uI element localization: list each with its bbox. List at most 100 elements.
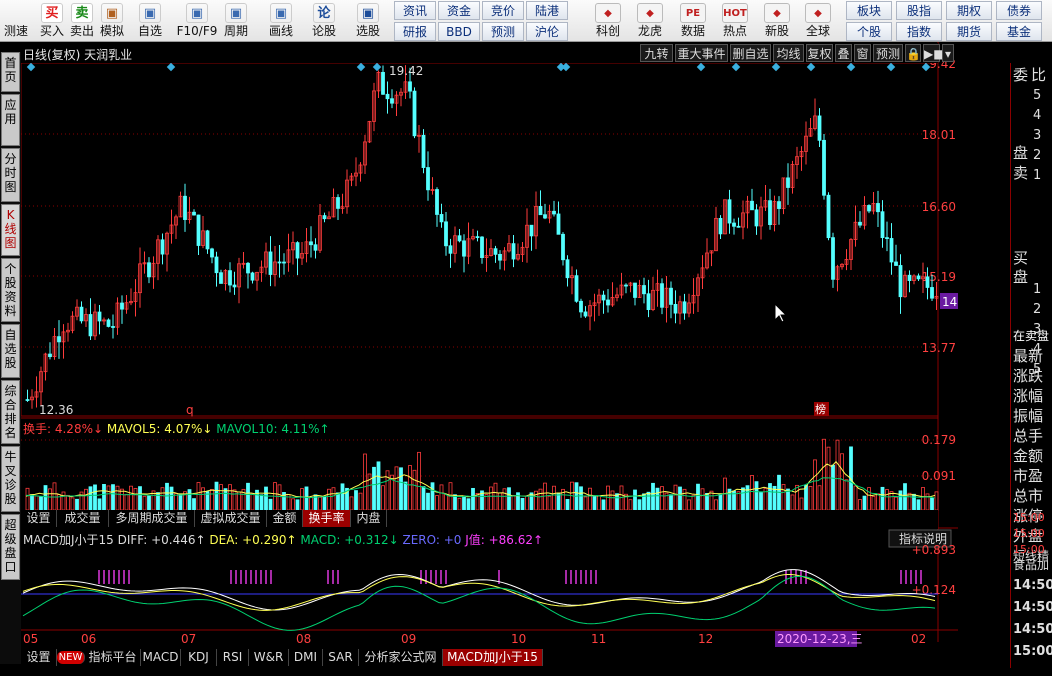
toolbar-chart-button[interactable]: ◆ 科创 (588, 1, 628, 41)
volume-bar (921, 487, 925, 511)
indicator-tab-5[interactable]: RSI (217, 649, 249, 666)
indicator-tab-9[interactable]: 分析家公式网 (359, 649, 443, 666)
indicator-tab-0[interactable]: 设置 (21, 649, 57, 666)
left-nav: 首页 应用分时图 K线图个股资料自选股综合排名牛叉诊股超级盘口 (0, 52, 21, 664)
volume-tab-5[interactable]: 换手率 (303, 510, 351, 527)
news-button-4[interactable]: 研报 (394, 22, 436, 41)
month-label: 08 (296, 632, 311, 646)
header-button-6[interactable]: 窗 (854, 44, 871, 62)
volume-tab-3[interactable]: 虚拟成交量 (195, 510, 267, 527)
month-label: 12 (698, 632, 713, 646)
volume-bar (165, 482, 169, 511)
volume-tab-0[interactable]: 设置 (21, 510, 57, 527)
toolbar-discuss-button[interactable]: 论论股 (308, 1, 340, 41)
volume-bar (826, 446, 831, 511)
nav-tab-8[interactable]: 超级盘口 (1, 514, 20, 580)
nav-tab-1[interactable]: 应用 (1, 94, 20, 146)
toolbar-f10-button[interactable]: ▣ F10/F9 (174, 1, 220, 41)
indicator-tab-7[interactable]: DMI (289, 649, 323, 666)
header-button-3[interactable]: 均线 (773, 44, 804, 62)
market-button-5[interactable]: 指数 (896, 22, 942, 41)
toolbar-buy-button[interactable]: 买买入 (36, 1, 68, 41)
toolbar-speed-button[interactable]: 测速 (0, 1, 32, 41)
news-button-3[interactable]: 陆港 (526, 1, 568, 20)
volume-tab-2[interactable]: 多周期成交量 (109, 510, 195, 527)
news-button-2[interactable]: 竞价 (482, 1, 524, 20)
volume-bar (124, 494, 129, 511)
candle-body (930, 287, 934, 299)
indicator-tab-4[interactable]: KDJ (181, 649, 217, 666)
event-marker (696, 62, 706, 72)
market-button-6[interactable]: 期货 (946, 22, 992, 41)
toolbar-ipo-button[interactable]: ◆ 新股 (757, 1, 797, 41)
indicator-tab-6[interactable]: W&R (249, 649, 289, 666)
news-button-1[interactable]: 资金 (438, 1, 480, 20)
news-button-0[interactable]: 资讯 (394, 1, 436, 20)
nav-tab-0[interactable]: 首页 (1, 52, 20, 92)
toolbar-label: 卖出 (69, 24, 94, 38)
toolbar-label: 科创 (595, 24, 620, 38)
market-button-3[interactable]: 债券 (996, 1, 1042, 20)
toolbar-dragon-button[interactable]: ◆ 龙虎 (630, 1, 670, 41)
news-button-6[interactable]: 预测 (482, 22, 524, 41)
header-button-10[interactable]: ▾ (942, 44, 954, 62)
indicator-tab-3[interactable]: MACD (141, 649, 181, 666)
header-button-2[interactable]: 删自选 (730, 44, 771, 62)
volume-bar (633, 489, 637, 511)
market-button-0[interactable]: 板块 (846, 1, 892, 20)
volume-bar (174, 493, 178, 511)
toolbar-label: 热点 (722, 24, 747, 38)
header-button-0[interactable]: 九转 (640, 44, 673, 62)
header-button-8[interactable]: 🔒 (905, 44, 921, 62)
volume-bar (754, 481, 759, 511)
candle-body (313, 244, 318, 251)
toolbar-label: 数据 (680, 24, 705, 38)
nav-tab-5[interactable]: 自选股 (1, 324, 20, 378)
candle-body (111, 326, 115, 328)
header-button-4[interactable]: 复权 (806, 44, 833, 62)
volume-bar (340, 483, 345, 511)
market-button-7[interactable]: 基金 (996, 22, 1042, 41)
toolbar-sell-button[interactable]: 卖卖出 (66, 1, 98, 41)
toolbar-clock-button[interactable]: ▣ 周期 (220, 1, 252, 41)
candle-body (876, 203, 880, 213)
nav-tab-6[interactable]: 综合排名 (1, 380, 20, 444)
nav-tab-3[interactable]: K线图 (1, 204, 20, 256)
toolbar-pencil-button[interactable]: ▣ 画线 (265, 1, 297, 41)
volume-tab-6[interactable]: 内盘 (351, 510, 387, 527)
candle-body (196, 214, 201, 246)
market-button-4[interactable]: 个股 (846, 22, 892, 41)
header-button-1[interactable]: 重大事件 (675, 44, 728, 62)
nav-tab-7[interactable]: 牛叉诊股 (1, 446, 20, 512)
nav-tab-4[interactable]: 个股资料 (1, 258, 20, 322)
volume-tab-4[interactable]: 金额 (267, 510, 303, 527)
toolbar-pe-button[interactable]: PE 数据 (673, 1, 713, 41)
news-button-7[interactable]: 沪伦 (526, 22, 568, 41)
header-button-5[interactable]: 叠 (835, 44, 852, 62)
toolbar-gavel-button[interactable]: ▣ 模拟 (96, 1, 128, 41)
month-label: 07 (181, 632, 196, 646)
quote-label-1: 比 (1031, 66, 1047, 84)
indicator-tab-1[interactable]: NEW (57, 651, 85, 664)
header-button-7[interactable]: 预测 (873, 44, 903, 62)
indicator-tab-10[interactable]: MACD加J小于15 (443, 649, 543, 666)
volume-tab-1[interactable]: 成交量 (57, 510, 109, 527)
news-button-5[interactable]: BBD (438, 22, 480, 41)
candle-body (646, 293, 651, 311)
toolbar-globe-button[interactable]: ◆ 全球 (798, 1, 838, 41)
indicator-tab-2[interactable]: 指标平台 (85, 649, 141, 666)
volume-bar (228, 484, 232, 511)
kline-chart[interactable]: 19.4218.0116.6015.1913.7714.6519.4212.36… (21, 42, 958, 668)
indicator-tab-8[interactable]: SAR (323, 649, 359, 666)
toolbar-star-button[interactable]: ▣ 自选 (134, 1, 166, 41)
candle-body (718, 217, 723, 235)
market-button-1[interactable]: 股指 (896, 1, 942, 20)
toolbar-hot-button[interactable]: HOT 热点 (715, 1, 755, 41)
market-button-2[interactable]: 期权 (946, 1, 992, 20)
volume-bar (75, 498, 79, 511)
header-button-9[interactable]: ▶■ (923, 44, 945, 62)
candle-body (336, 197, 340, 209)
toolbar-select-stock-button[interactable]: ▣ 选股 (352, 1, 384, 41)
volume-bar (637, 499, 642, 511)
nav-tab-2[interactable]: 分时图 (1, 148, 20, 202)
